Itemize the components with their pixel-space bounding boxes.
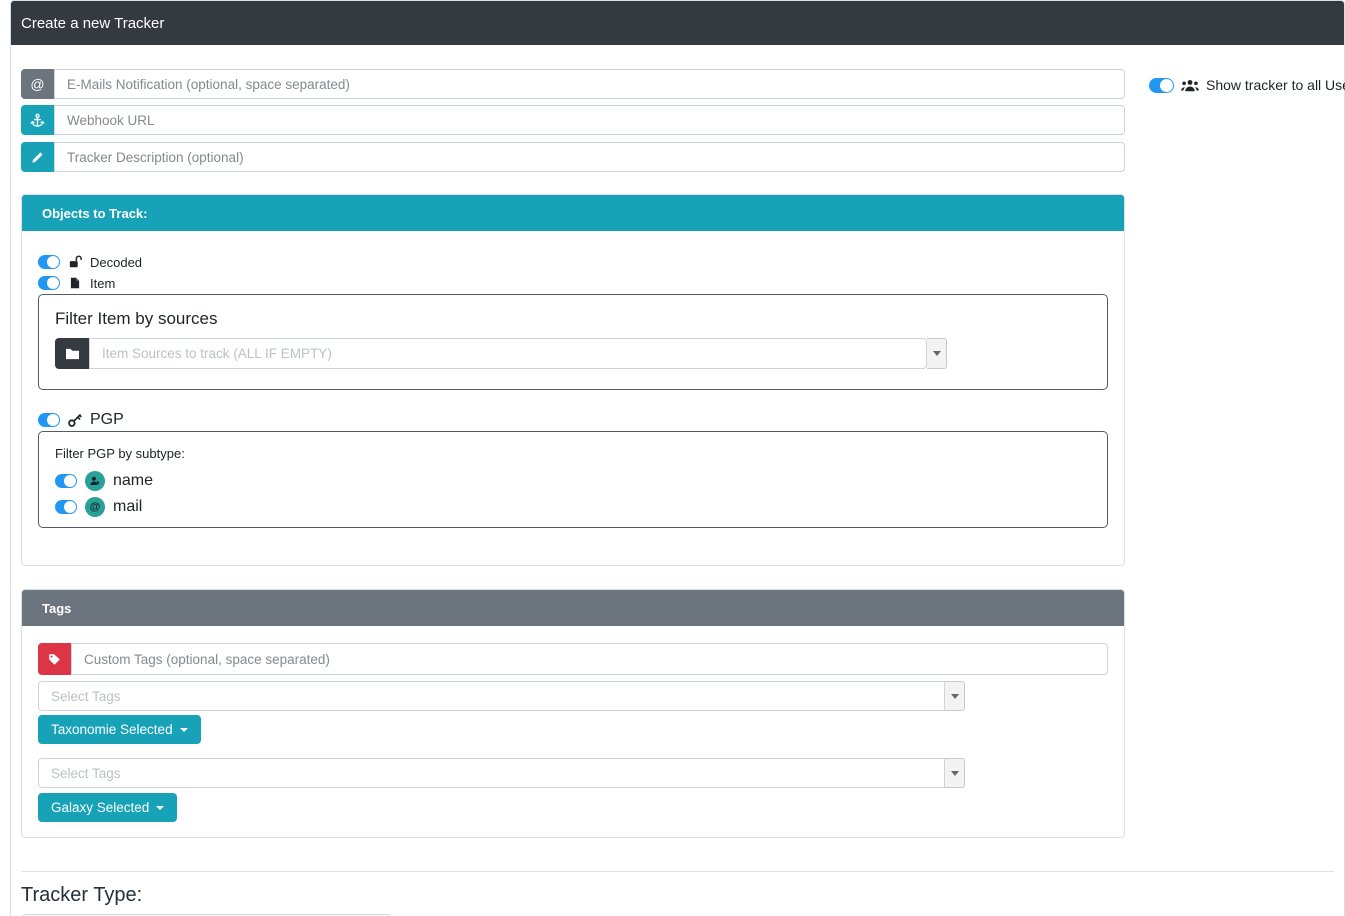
taxonomy-tags-select-input[interactable] xyxy=(38,681,945,711)
decoded-label: Decoded xyxy=(90,255,142,270)
emails-notification-input[interactable] xyxy=(54,69,1125,99)
pgp-mail-label: mail xyxy=(113,498,142,516)
taxonomy-tags-select-group xyxy=(38,681,965,711)
caret-down-icon xyxy=(933,351,941,356)
pgp-name-label: name xyxy=(113,472,153,490)
user-tag-icon xyxy=(85,471,105,491)
tags-header: Tags xyxy=(22,590,1124,626)
taxonomy-selected-button[interactable]: Taxonomie Selected xyxy=(38,715,201,744)
decoded-toggle-row: Decoded xyxy=(38,252,1108,272)
tag-icon xyxy=(38,643,71,675)
filter-item-sources-title: Filter Item by sources xyxy=(55,309,1091,329)
caret-down-icon xyxy=(951,771,959,776)
unlock-icon xyxy=(67,255,83,269)
key-icon xyxy=(67,413,83,427)
at-icon: @ xyxy=(21,69,54,99)
pgp-name-row: name xyxy=(55,469,1091,493)
page-title: Create a new Tracker xyxy=(11,1,1344,45)
custom-tags-input[interactable] xyxy=(71,643,1108,675)
at-circle-icon: @ xyxy=(85,497,105,517)
form-body: @ O xyxy=(11,45,1344,916)
caret-down-icon xyxy=(156,806,164,810)
tracker-type-heading: Tracker Type: xyxy=(21,884,1334,907)
anchor-icon xyxy=(21,105,54,135)
objects-to-track-header: Objects to Track: xyxy=(22,195,1124,231)
pgp-toggle-row: PGP xyxy=(38,410,1108,430)
objects-to-track-card: Objects to Track: Decoded xyxy=(21,194,1125,566)
description-input-group xyxy=(21,142,1125,172)
custom-tags-input-group xyxy=(38,643,1108,675)
item-toggle-row: Item xyxy=(38,273,1108,293)
filter-pgp-subtype-title: Filter PGP by subtype: xyxy=(55,446,1091,461)
create-tracker-card: Create a new Tracker @ xyxy=(10,0,1345,916)
webhook-url-input[interactable] xyxy=(54,105,1125,135)
users-icon xyxy=(1181,79,1199,92)
pgp-toggle[interactable] xyxy=(38,413,60,427)
galaxy-selected-label: Galaxy Selected xyxy=(51,800,149,815)
tags-card: Tags xyxy=(21,589,1125,838)
webhook-input-group xyxy=(21,105,1125,135)
show-tracker-row: Show tracker to all Users xyxy=(1149,74,1345,96)
tracker-description-input[interactable] xyxy=(54,142,1125,172)
section-divider xyxy=(21,871,1334,872)
galaxy-selected-button[interactable]: Galaxy Selected xyxy=(38,793,177,822)
galaxy-tags-select-group xyxy=(38,758,965,788)
decoded-toggle[interactable] xyxy=(38,255,60,269)
item-sources-input-group xyxy=(55,338,947,369)
caret-down-icon xyxy=(180,728,188,732)
pencil-icon xyxy=(21,142,54,172)
item-label: Item xyxy=(90,276,115,291)
pgp-name-toggle[interactable] xyxy=(55,474,77,488)
show-tracker-toggle[interactable] xyxy=(1149,78,1174,93)
galaxy-tags-dropdown-button[interactable] xyxy=(945,758,965,788)
filter-pgp-subtype-box: Filter PGP by subtype: name @ xyxy=(38,431,1108,528)
filter-item-sources-box: Filter Item by sources xyxy=(38,294,1108,390)
taxonomy-selected-label: Taxonomie Selected xyxy=(51,722,173,737)
item-sources-select-input[interactable] xyxy=(89,338,927,369)
folder-icon xyxy=(55,338,89,369)
pgp-mail-toggle[interactable] xyxy=(55,500,77,514)
galaxy-tags-select-input[interactable] xyxy=(38,758,945,788)
emails-input-group: @ xyxy=(21,69,1125,99)
pgp-mail-row: @ mail xyxy=(55,495,1091,519)
item-toggle[interactable] xyxy=(38,276,60,290)
taxonomy-tags-dropdown-button[interactable] xyxy=(945,681,965,711)
item-sources-dropdown-button[interactable] xyxy=(927,338,947,369)
show-tracker-label: Show tracker to all Users xyxy=(1206,77,1345,93)
caret-down-icon xyxy=(951,694,959,699)
file-icon xyxy=(67,276,83,290)
pgp-label: PGP xyxy=(90,411,124,429)
